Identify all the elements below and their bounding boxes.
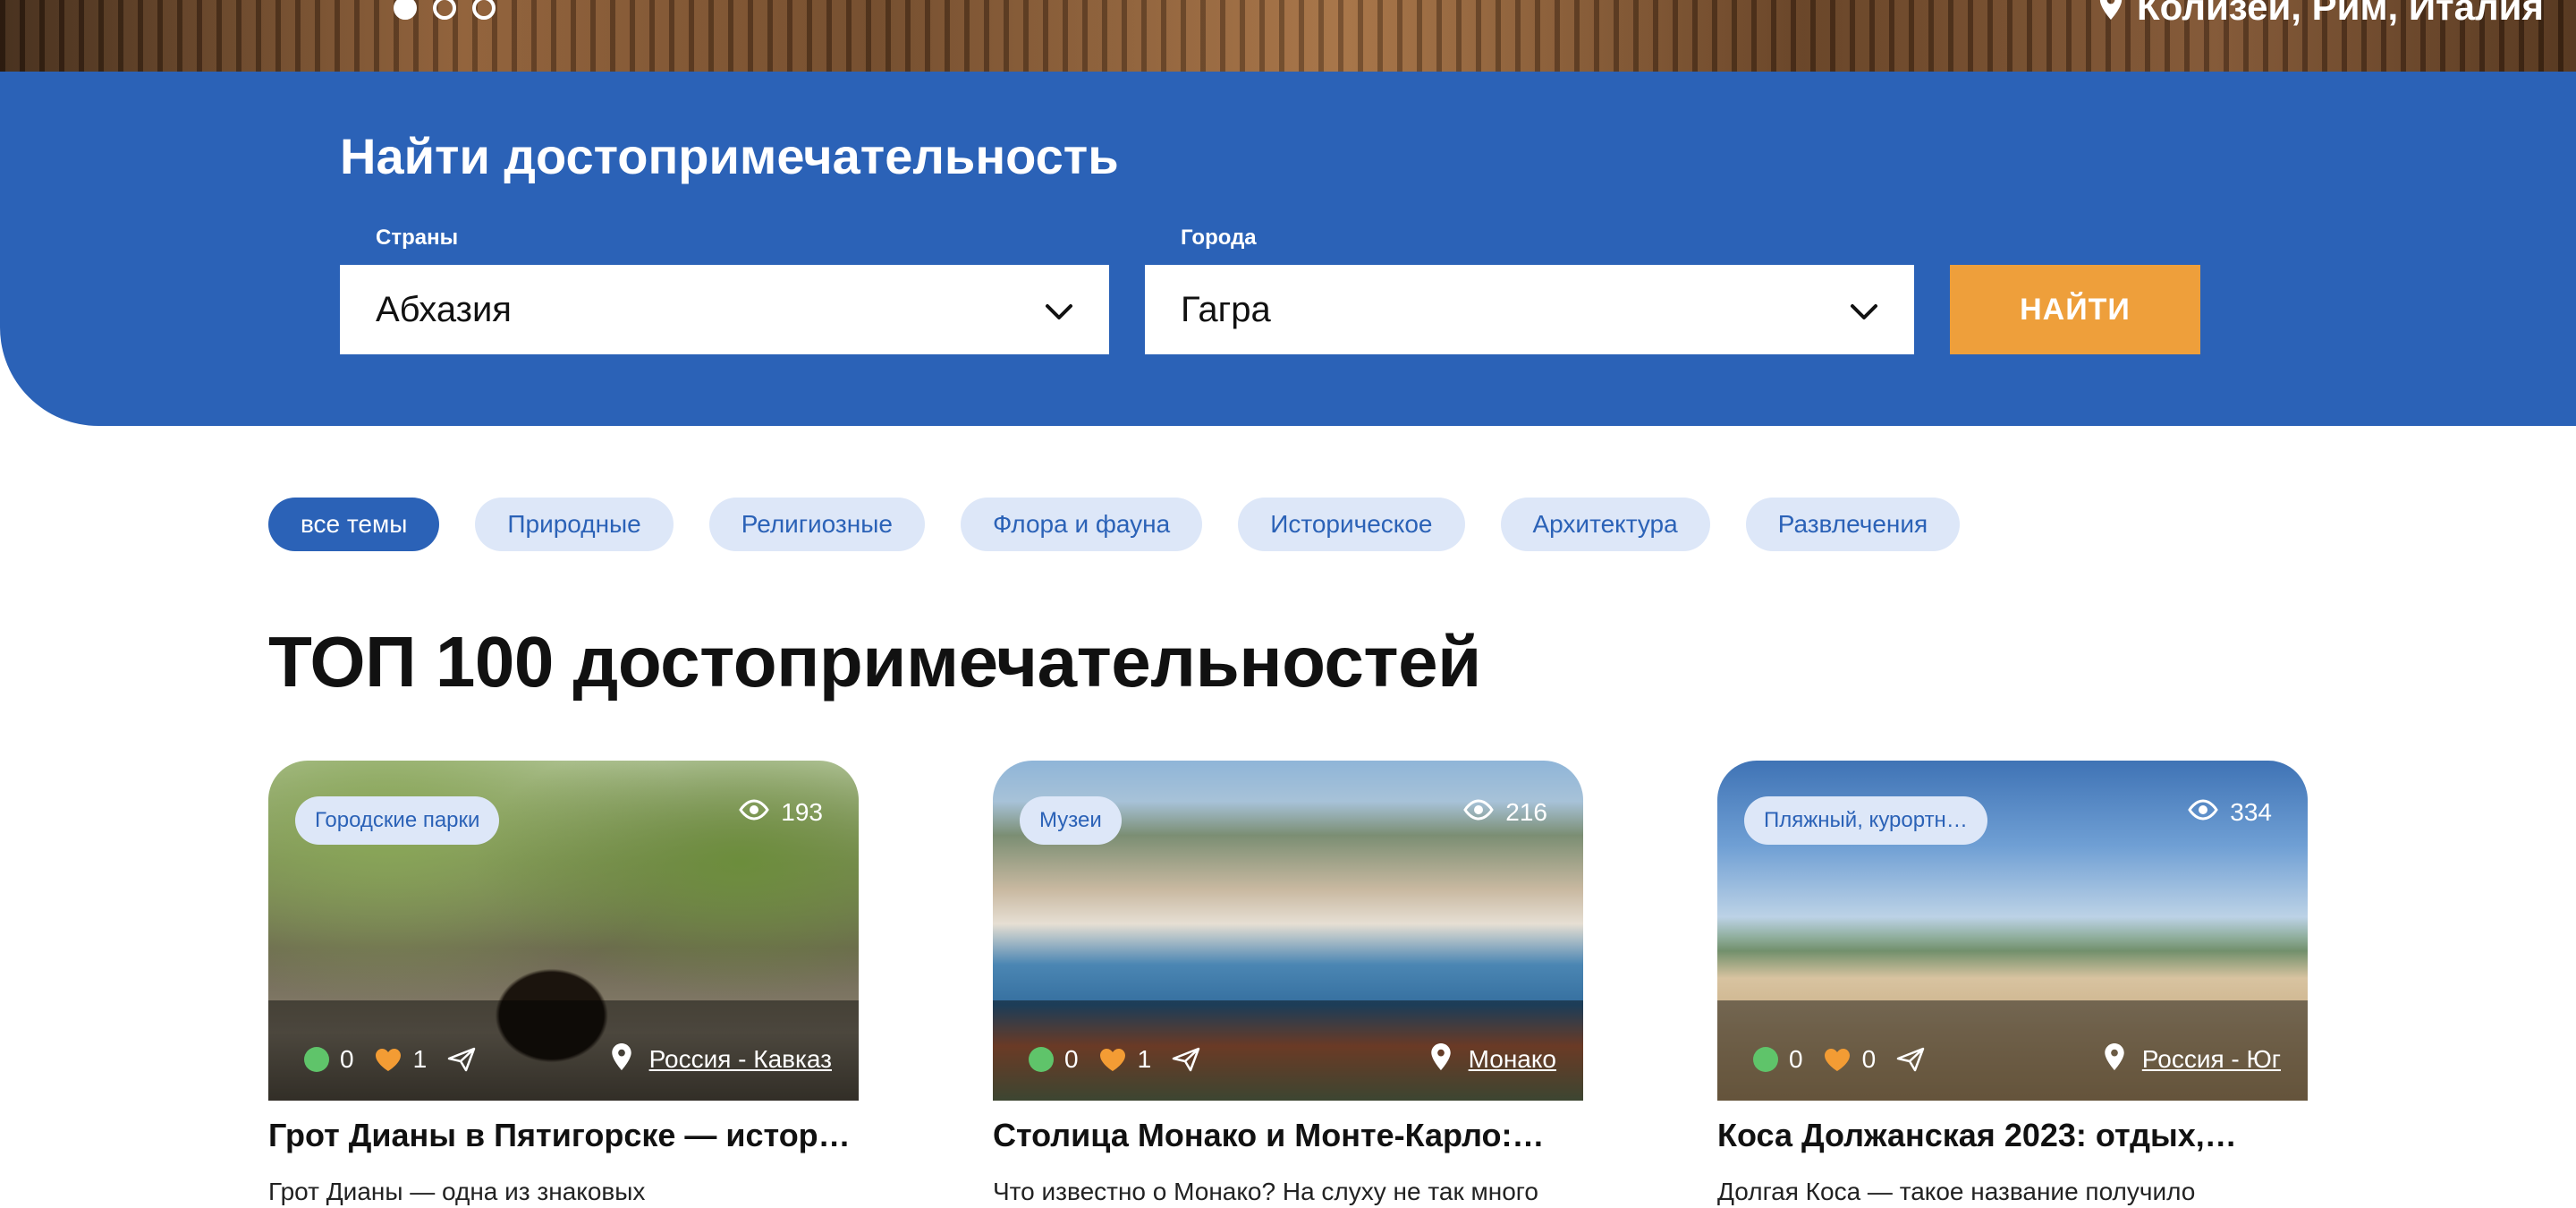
card-location: Россия - Кавказ <box>611 1042 832 1076</box>
location-link[interactable]: Монако <box>1469 1045 1556 1074</box>
filter-chip-all[interactable]: все темы <box>268 498 440 551</box>
card-title[interactable]: Столица Монако и Монте-Карло:… <box>993 1117 1583 1154</box>
likes-count: 1 <box>412 1045 428 1073</box>
city-select-value: Гагра <box>1181 289 1271 329</box>
filter-chip-religious[interactable]: Религиозные <box>708 498 925 551</box>
card-category-tag[interactable]: Музеи <box>1020 796 1122 845</box>
comments-count: 0 <box>1064 1045 1079 1073</box>
city-label: Города <box>1181 225 1257 250</box>
country-select-value: Абхазия <box>376 289 512 329</box>
card-image[interactable]: Пляжный, курортн… 334 0 0 Россия - Юг <box>1717 761 2308 1101</box>
card-stats-bar: 0 0 Россия - Юг <box>1753 1042 2281 1077</box>
send-icon <box>446 1046 477 1073</box>
views-count: 334 <box>2230 798 2272 826</box>
card-category-tag[interactable]: Пляжный, курортн… <box>1744 796 1987 845</box>
views-count: 216 <box>1505 798 1547 826</box>
topic-filters: все темы Природные Религиозные Флора и ф… <box>268 498 1961 551</box>
filter-chip-architecture[interactable]: Архитектура <box>1500 498 1710 551</box>
send-icon <box>1171 1046 1201 1073</box>
comments-stat[interactable]: 0 <box>304 1045 354 1074</box>
filter-chip-entertainment[interactable]: Развлечения <box>1745 498 1961 551</box>
search-panel: Найти достопримечательность Страны Абхаз… <box>0 72 2576 426</box>
heart-icon <box>374 1047 402 1072</box>
location-pin-icon <box>2099 0 2123 29</box>
slider-dot-2[interactable] <box>433 0 456 20</box>
card-description: Что известно о Монако? На слуху не так м… <box>993 1178 1538 1205</box>
heart-icon <box>1823 1047 1852 1072</box>
card-views: 193 <box>738 798 823 827</box>
location-link[interactable]: Россия - Кавказ <box>649 1045 832 1074</box>
card-stats-bar: 0 1 Россия - Кавказ <box>304 1042 832 1077</box>
country-label: Страны <box>376 225 459 250</box>
likes-count: 1 <box>1137 1045 1152 1073</box>
card-category-tag[interactable]: Городские парки <box>295 796 500 845</box>
likes-stat[interactable]: 0 <box>1823 1045 1877 1074</box>
card-views: 216 <box>1462 798 1547 827</box>
likes-stat[interactable]: 1 <box>374 1045 428 1074</box>
hero-location-text: Колизей, Рим, Италия <box>2137 0 2544 28</box>
attraction-card[interactable]: Городские парки 193 0 1 Россия - Кавказ … <box>268 761 859 1206</box>
send-icon <box>1895 1046 1926 1073</box>
slider-dot-1[interactable] <box>394 0 417 20</box>
location-pin-icon <box>2105 1042 2124 1076</box>
card-image[interactable]: Городские парки 193 0 1 Россия - Кавказ <box>268 761 859 1101</box>
share-button[interactable] <box>446 1046 477 1073</box>
slider-dots <box>394 0 496 20</box>
country-select[interactable]: Абхазия <box>340 265 1109 354</box>
search-title: Найти достопримечательность <box>340 128 1119 184</box>
card-description: Грот Дианы — одна из знаковых <box>268 1178 646 1205</box>
comments-count: 0 <box>1789 1045 1803 1073</box>
location-link[interactable]: Россия - Юг <box>2142 1045 2281 1074</box>
card-location: Монако <box>1430 1042 1556 1076</box>
card-title[interactable]: Коса Должанская 2023: отдых,… <box>1717 1117 2308 1154</box>
city-select[interactable]: Гагра <box>1145 265 1914 354</box>
card-views: 334 <box>2187 798 2272 827</box>
comments-stat[interactable]: 0 <box>1029 1045 1079 1074</box>
heart-icon <box>1098 1047 1127 1072</box>
share-button[interactable] <box>1895 1046 1926 1073</box>
comment-icon <box>304 1047 329 1072</box>
eye-icon <box>738 798 770 827</box>
card-title[interactable]: Грот Дианы в Пятигорске — история,… <box>268 1117 859 1154</box>
section-title: ТОП 100 достопримечательностей <box>268 622 1481 702</box>
comment-icon <box>1029 1047 1054 1072</box>
find-button[interactable]: НАЙТИ <box>1950 265 2200 354</box>
filter-chip-historical[interactable]: Историческое <box>1238 498 1465 551</box>
attraction-card[interactable]: Музеи 216 0 1 Монако Столица Монако и Мо… <box>993 761 1583 1206</box>
filter-chip-flora-fauna[interactable]: Флора и фауна <box>960 498 1203 551</box>
slider-dot-3[interactable] <box>472 0 496 20</box>
card-description: Долгая Коса — такое название получило <box>1717 1178 2196 1205</box>
chevron-down-icon <box>1850 290 1878 330</box>
attraction-card[interactable]: Пляжный, курортн… 334 0 0 Россия - Юг Ко… <box>1717 761 2308 1206</box>
filter-chip-nature[interactable]: Природные <box>475 498 674 551</box>
chevron-down-icon <box>1045 290 1073 330</box>
location-pin-icon <box>1430 1042 1451 1076</box>
comments-stat[interactable]: 0 <box>1753 1045 1803 1074</box>
card-image[interactable]: Музеи 216 0 1 Монако <box>993 761 1583 1101</box>
likes-stat[interactable]: 1 <box>1098 1045 1152 1074</box>
page: Колизей, Рим, Италия Найти достопримечат… <box>0 0 2576 1208</box>
comment-icon <box>1753 1047 1778 1072</box>
eye-icon <box>1462 798 1495 827</box>
card-stats-bar: 0 1 Монако <box>1029 1042 1556 1077</box>
share-button[interactable] <box>1171 1046 1201 1073</box>
comments-count: 0 <box>340 1045 354 1073</box>
hero-slider-image: Колизей, Рим, Италия <box>0 0 2576 72</box>
views-count: 193 <box>781 798 823 826</box>
likes-count: 0 <box>1861 1045 1877 1073</box>
eye-icon <box>2187 798 2219 827</box>
location-pin-icon <box>611 1042 631 1076</box>
card-location: Россия - Юг <box>2105 1042 2281 1076</box>
hero-location: Колизей, Рим, Италия <box>2099 0 2544 29</box>
